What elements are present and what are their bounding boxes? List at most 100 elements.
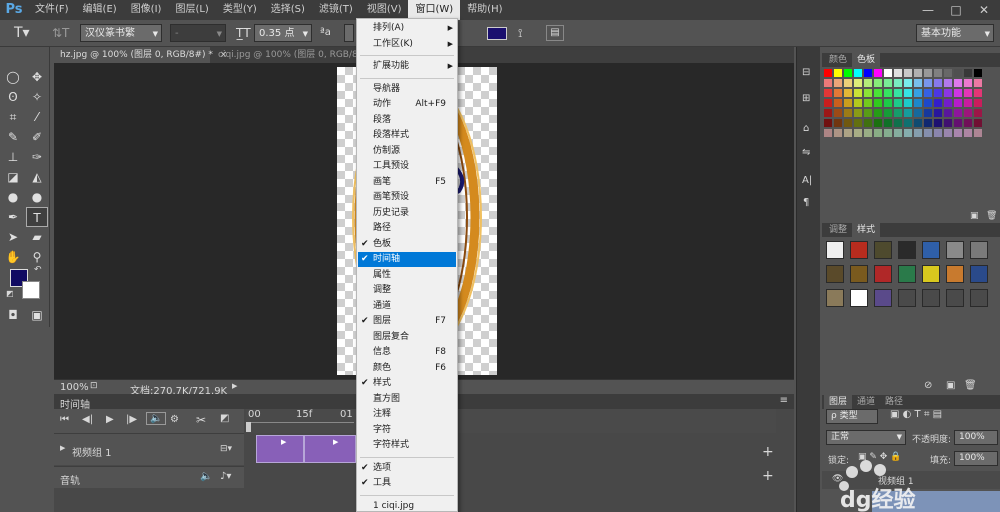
healing-brush-tool-icon[interactable]: ✎	[2, 127, 24, 147]
swatch[interactable]	[854, 79, 862, 87]
swatch[interactable]	[824, 99, 832, 107]
swatch[interactable]	[834, 119, 842, 127]
swatch[interactable]	[854, 99, 862, 107]
swatch[interactable]	[944, 79, 952, 87]
brush-panel-icon[interactable]: ⌂	[803, 123, 809, 134]
style-swatch[interactable]	[898, 265, 916, 283]
music-note-icon[interactable]: ♪▾	[220, 471, 231, 482]
swatch[interactable]	[894, 99, 902, 107]
tab-color[interactable]: 颜色	[824, 53, 852, 67]
mute-icon[interactable]: 🔈	[200, 471, 212, 482]
swatch[interactable]	[904, 69, 912, 77]
menu-view[interactable]: 视图(V)	[360, 0, 409, 20]
swatch[interactable]	[844, 69, 852, 77]
swatch[interactable]	[954, 69, 962, 77]
zoom-tool-icon[interactable]: ⚲	[26, 247, 48, 267]
color-panel-icon[interactable]: ⊟	[802, 67, 810, 78]
window-menu-item[interactable]: 信息 F8	[358, 345, 456, 360]
swatch[interactable]	[874, 99, 882, 107]
layer-kind-filter[interactable]: ρ 类型	[826, 409, 878, 424]
style-swatch[interactable]	[826, 289, 844, 307]
window-menu-item[interactable]: 扩展功能 ▶	[358, 59, 456, 74]
swatch[interactable]	[964, 99, 972, 107]
swatch[interactable]	[884, 109, 892, 117]
window-menu-item[interactable]: 字符	[358, 423, 456, 438]
swatch[interactable]	[824, 89, 832, 97]
menu-edit[interactable]: 编辑(E)	[76, 0, 124, 20]
style-swatch[interactable]	[946, 289, 964, 307]
quick-mask-icon[interactable]: ◘	[2, 305, 24, 325]
style-swatch[interactable]	[874, 289, 892, 307]
transition-icon[interactable]: ◩	[220, 413, 229, 424]
swatch[interactable]	[884, 89, 892, 97]
swatch[interactable]	[954, 129, 962, 137]
magic-wand-tool-icon[interactable]: ✧	[26, 87, 48, 107]
swatch[interactable]	[844, 119, 852, 127]
swatch[interactable]	[894, 109, 902, 117]
swatch[interactable]	[944, 69, 952, 77]
eyedropper-tool-icon[interactable]: ⁄	[26, 107, 48, 127]
swatch[interactable]	[824, 109, 832, 117]
menu-filter[interactable]: 滤镜(T)	[312, 0, 360, 20]
add-media-button[interactable]: +	[762, 444, 774, 460]
window-menu-item[interactable]: 通道	[358, 299, 456, 314]
background-color-swatch[interactable]	[22, 281, 40, 299]
font-family-select[interactable]: 汉仪篆书繁 ▼	[80, 24, 162, 42]
swatch[interactable]	[964, 109, 972, 117]
screen-mode-icon[interactable]: ▣	[26, 305, 48, 325]
video-clip-1[interactable]: ▶	[256, 435, 304, 463]
swatch[interactable]	[864, 99, 872, 107]
menu-type[interactable]: 类型(Y)	[216, 0, 264, 20]
zoom-level[interactable]: 100%	[60, 382, 89, 393]
tab-styles[interactable]: 样式	[852, 223, 881, 237]
adjust-panel-icon[interactable]: ⊞	[802, 93, 810, 104]
window-menu-item[interactable]: 图层复合	[358, 330, 456, 345]
swatch[interactable]	[844, 79, 852, 87]
swatch[interactable]	[834, 129, 842, 137]
text-color-swatch[interactable]	[487, 27, 507, 40]
panel-menu-icon[interactable]: ≡	[780, 395, 788, 406]
go-to-first-frame-icon[interactable]: ⏮	[60, 414, 69, 425]
filter-icons[interactable]: ▣ ◐ T ⌗ ▤	[890, 409, 942, 420]
window-menu-item[interactable]: 字符样式	[358, 438, 456, 453]
tab-paths[interactable]: 路径	[880, 395, 908, 409]
window-menu-item[interactable]: 1 ciqi.jpg	[358, 499, 456, 512]
swatch[interactable]	[864, 129, 872, 137]
scissors-icon[interactable]: ✂	[196, 413, 206, 427]
swatch[interactable]	[874, 89, 882, 97]
style-swatch[interactable]	[922, 289, 940, 307]
swatch[interactable]	[824, 129, 832, 137]
paragraph-panel-icon[interactable]: ¶	[803, 197, 809, 208]
window-menu-item[interactable]: 段落样式	[358, 128, 456, 143]
style-swatch[interactable]	[874, 265, 892, 283]
swatch[interactable]	[944, 119, 952, 127]
swatch[interactable]	[964, 129, 972, 137]
window-menu-item[interactable]: 注释	[358, 407, 456, 422]
style-swatch[interactable]	[970, 289, 988, 307]
swatch[interactable]	[874, 79, 882, 87]
timeline-ruler[interactable]: 00 15f 01	[246, 409, 776, 433]
blend-mode-select[interactable]: 正常 ▼	[826, 430, 906, 445]
window-menu-item[interactable]: 历史记录	[358, 206, 456, 221]
close-button[interactable]: ✕	[970, 0, 998, 20]
window-menu-item[interactable]: 颜色 F6	[358, 361, 456, 376]
swatch[interactable]	[934, 89, 942, 97]
tab-swatches[interactable]: 色板	[852, 53, 881, 67]
swatch[interactable]	[894, 69, 902, 77]
swatch[interactable]	[904, 129, 912, 137]
swatch[interactable]	[824, 119, 832, 127]
swatch[interactable]	[974, 119, 982, 127]
swatch[interactable]	[904, 89, 912, 97]
swatch[interactable]	[944, 129, 952, 137]
swatch[interactable]	[834, 109, 842, 117]
crop-tool-icon[interactable]: ⌗	[2, 107, 24, 127]
menu-help[interactable]: 帮助(H)	[460, 0, 509, 20]
tab-layers[interactable]: 图层	[824, 395, 853, 409]
swatch[interactable]	[914, 119, 922, 127]
styles-grid[interactable]	[826, 241, 996, 307]
style-swatch[interactable]	[850, 241, 868, 259]
window-menu-item[interactable]: ✔ 色板	[358, 237, 456, 252]
swatch[interactable]	[844, 109, 852, 117]
swatch[interactable]	[854, 109, 862, 117]
expand-icon[interactable]: ▶	[60, 444, 65, 452]
